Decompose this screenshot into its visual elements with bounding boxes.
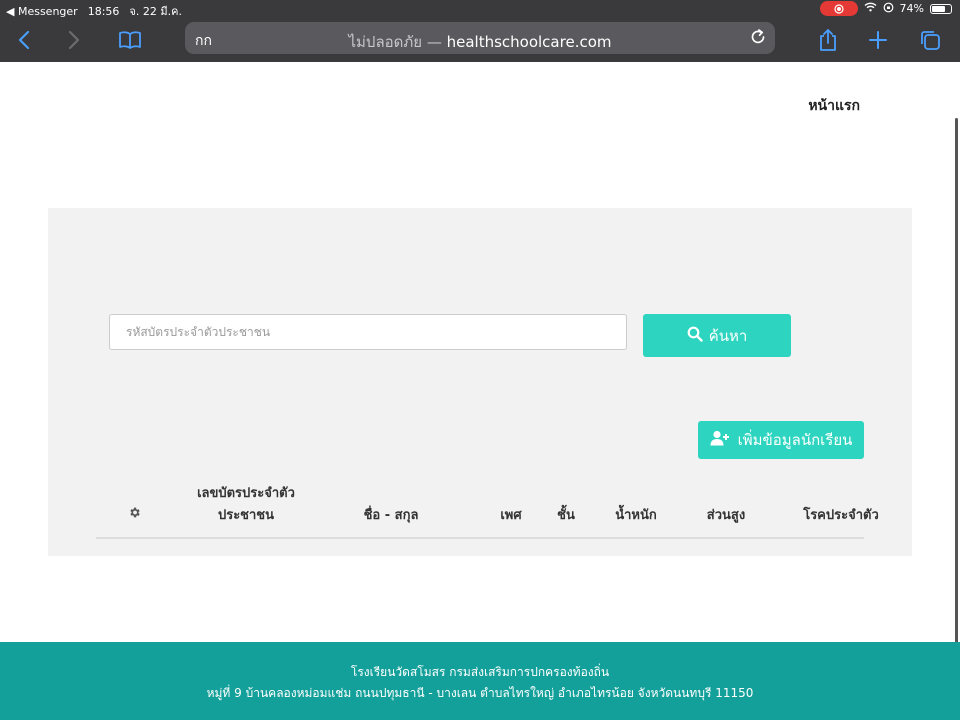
- wifi-icon: [864, 2, 877, 15]
- nav-home-link[interactable]: หน้าแรก: [808, 95, 860, 117]
- new-tab-plus-icon[interactable]: [864, 26, 892, 54]
- status-bar: ◀ Messenger 18:56 จ. 22 มี.ค. 74%: [0, 0, 960, 18]
- column-header-disease: โรคประจำตัว: [803, 508, 879, 523]
- citizen-id-search-input[interactable]: [109, 314, 627, 350]
- bookmarks-book-icon[interactable]: [116, 26, 144, 54]
- column-header-name: ชื่อ - สกุล: [363, 508, 419, 523]
- column-header-gender: เพศ: [500, 508, 522, 523]
- battery-icon: [930, 3, 952, 14]
- column-header-grade: ชั้น: [557, 508, 575, 523]
- share-icon[interactable]: [814, 26, 842, 54]
- screen-recording-icon[interactable]: [819, 1, 858, 16]
- search-panel: ค้นหา เพิ่มข้อมูลนักเรียน เลขบัตรประจำตั…: [48, 208, 912, 556]
- search-button-label: ค้นหา: [708, 326, 748, 345]
- url-display[interactable]: ไม่ปลอดภัย — healthschoolcare.com: [185, 30, 775, 54]
- back-chevron-icon[interactable]: [10, 26, 38, 54]
- column-header-weight: น้ำหนัก: [615, 508, 657, 523]
- url-domain: healthschoolcare.com: [446, 33, 612, 51]
- page-scrollbar[interactable]: [955, 118, 958, 678]
- browser-toolbar: กก ไม่ปลอดภัย — healthschoolcare.com: [0, 18, 960, 62]
- search-icon: [687, 326, 703, 346]
- status-time: 18:56: [87, 4, 120, 18]
- url-separator: —: [422, 33, 447, 51]
- address-bar[interactable]: กก ไม่ปลอดภัย — healthschoolcare.com: [185, 22, 775, 54]
- column-header-citizen-id-line2: ประชาชน: [217, 508, 275, 523]
- add-user-icon: [710, 430, 730, 450]
- student-table-header: เลขบัตรประจำตัว ประชาชน ชื่อ - สกุล เพศ …: [96, 483, 879, 539]
- column-header-citizen-id-line1: เลขบัตรประจำตัว: [197, 486, 295, 501]
- not-secure-label: ไม่ปลอดภัย: [348, 33, 423, 51]
- footer-address: หมู่ที่ 9 บ้านคลองหม่อมแช่ม ถนนปทุมธานี …: [206, 686, 754, 700]
- add-student-label: เพิ่มข้อมูลนักเรียน: [737, 431, 853, 449]
- search-button[interactable]: ค้นหา: [643, 314, 791, 357]
- back-to-app-link[interactable]: ◀ Messenger: [6, 5, 78, 18]
- tabs-overview-icon[interactable]: [916, 26, 944, 54]
- battery-percent: 74%: [899, 2, 924, 15]
- column-header-citizen-id: เลขบัตรประจำตัว ประชาชน: [186, 483, 306, 527]
- battery-level: [932, 5, 945, 12]
- orientation-lock-icon: [883, 2, 894, 16]
- forward-chevron-icon[interactable]: [60, 26, 88, 54]
- footer-school-name: โรงเรียนวัดสโมสร กรมส่งเสริมการปกครองท้อ…: [350, 665, 610, 679]
- reload-icon[interactable]: [749, 28, 767, 50]
- column-header-height: ส่วนสูง: [706, 508, 746, 523]
- settings-gear-icon[interactable]: [128, 505, 140, 527]
- add-student-button[interactable]: เพิ่มข้อมูลนักเรียน: [698, 421, 864, 459]
- page-footer: โรงเรียนวัดสโมสร กรมส่งเสริมการปกครองท้อ…: [0, 642, 960, 720]
